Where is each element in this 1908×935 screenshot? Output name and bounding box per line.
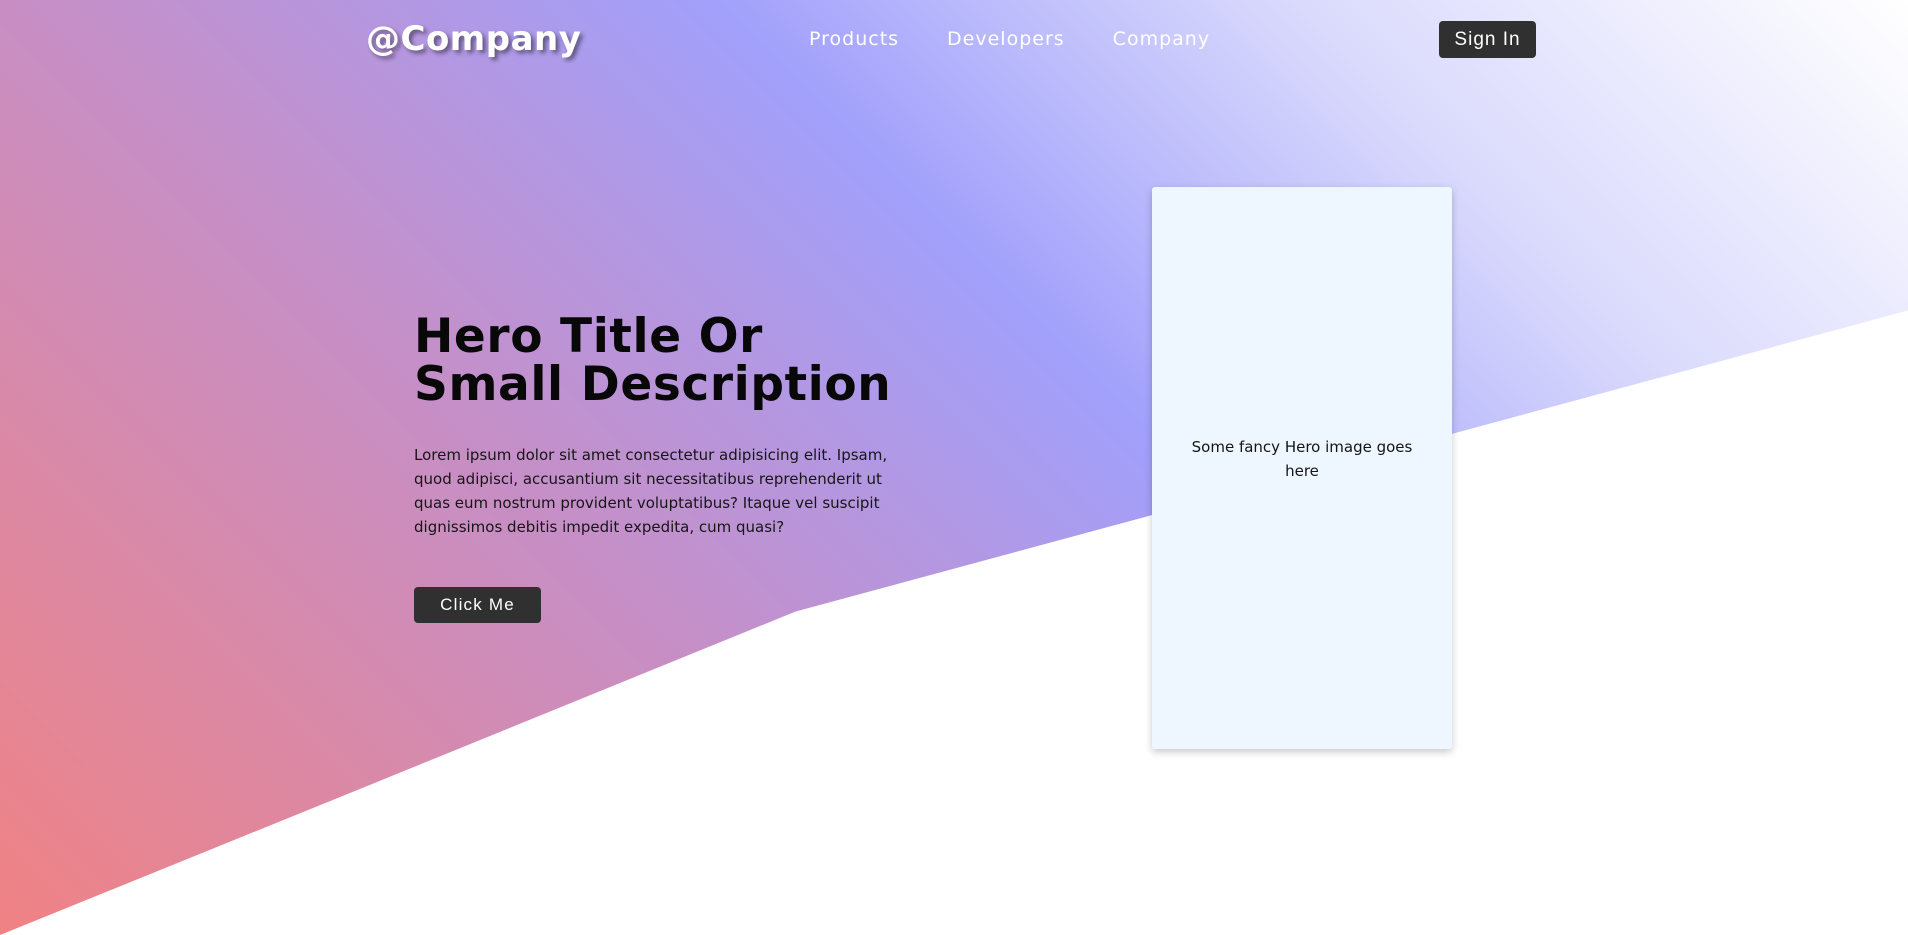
- sign-in-button[interactable]: Sign In: [1439, 21, 1536, 58]
- nav-link-developers[interactable]: Developers: [947, 28, 1065, 50]
- hero-image-placeholder-text: Some fancy Hero image goes here: [1191, 437, 1413, 480]
- company-logo[interactable]: @Company: [366, 19, 581, 59]
- hero-title: Hero Title Or Small Description: [414, 309, 892, 412]
- nav-link-company[interactable]: Company: [1113, 28, 1210, 50]
- hero-description: Lorem ipsum dolor sit amet consectetur a…: [414, 446, 888, 536]
- hero-gradient-background: [0, 0, 1908, 935]
- top-navigation: @Company Products Developers Company Sig…: [0, 0, 1908, 84]
- click-me-button[interactable]: Click Me: [414, 587, 541, 623]
- landing-page: @Company Products Developers Company Sig…: [0, 0, 1908, 935]
- main-navigation: Products Developers Company: [809, 28, 1210, 50]
- hero-image-placeholder: Some fancy Hero image goes here: [1152, 187, 1452, 749]
- nav-link-products[interactable]: Products: [809, 28, 899, 50]
- hero-copy: Hero Title Or Small Description Lorem ip…: [414, 309, 914, 623]
